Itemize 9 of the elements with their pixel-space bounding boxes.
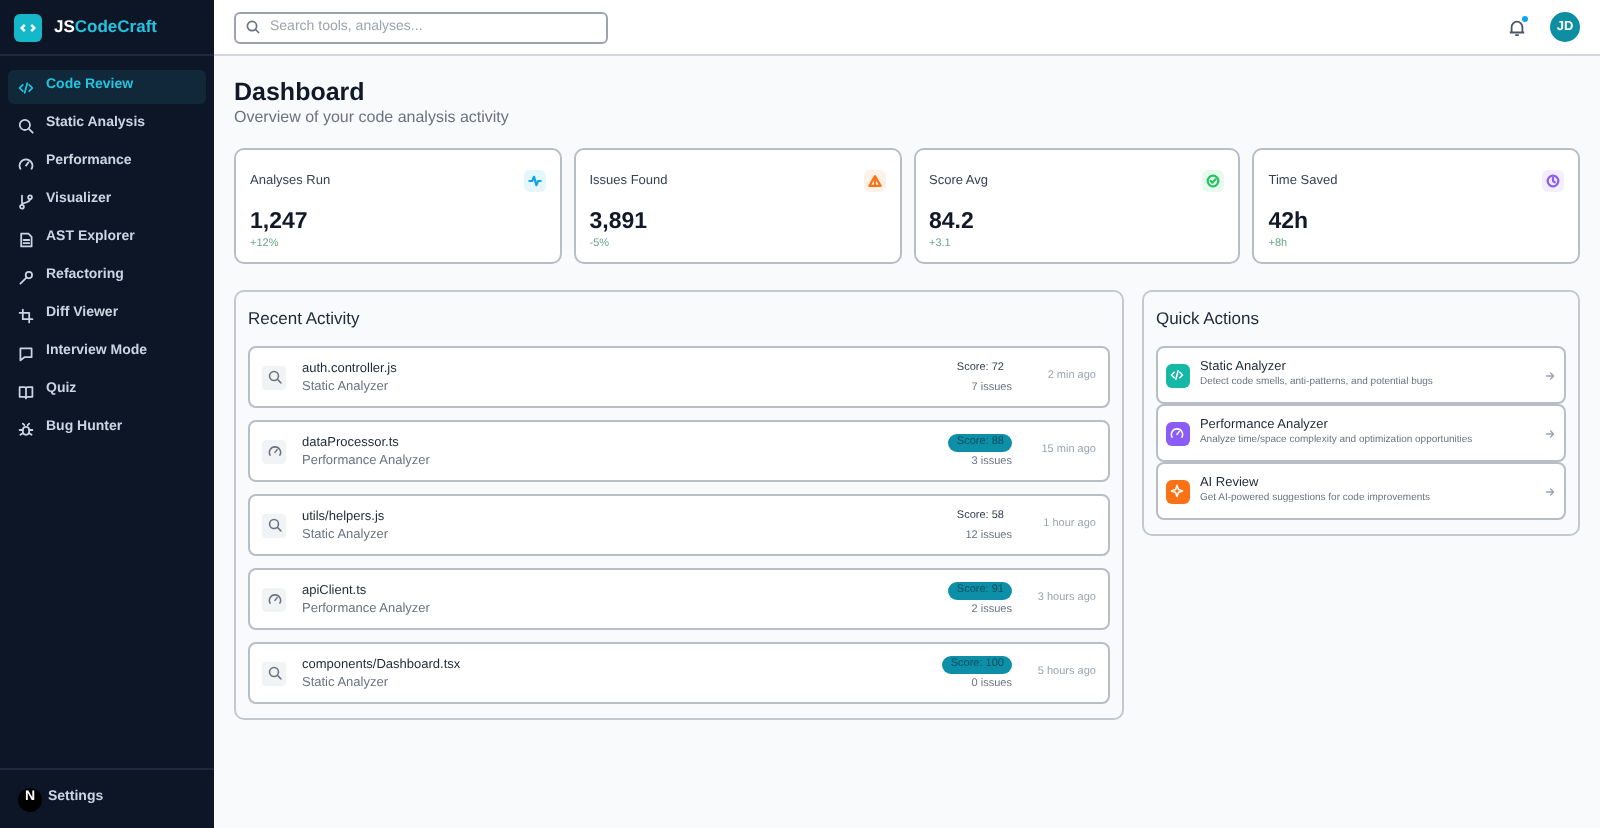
panel-title: Recent Activity bbox=[248, 306, 362, 330]
stat-value: 42h bbox=[1268, 210, 1311, 236]
panel-title: Quick Actions bbox=[1155, 306, 1261, 330]
stat-value: 3,891 bbox=[589, 210, 650, 236]
stat-value: 84.2 bbox=[929, 210, 976, 236]
stat-value: 1,247 bbox=[250, 210, 310, 236]
page-title: Dashboard bbox=[234, 76, 367, 108]
app-logo-text: JSCodeCraft bbox=[54, 14, 157, 40]
page-subtitle: Overview of your code analysis activity bbox=[234, 108, 511, 128]
